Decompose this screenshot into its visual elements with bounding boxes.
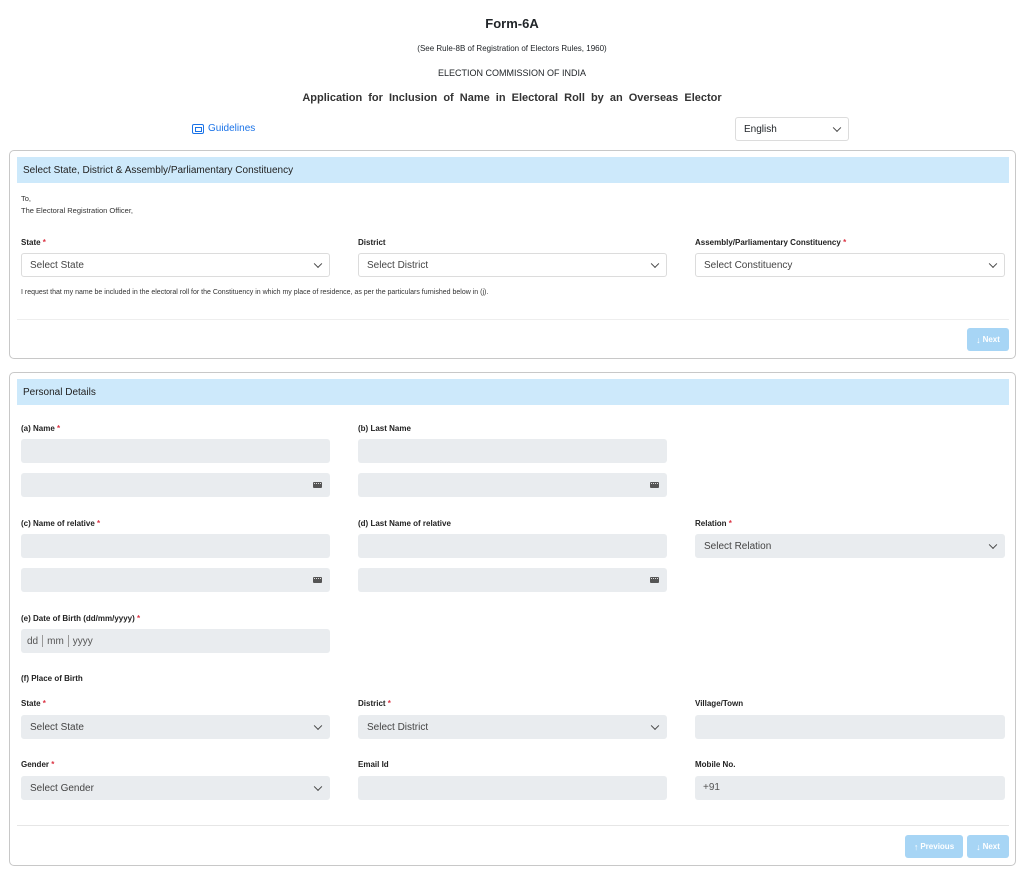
arrow-up-icon: ↑ [913, 841, 919, 852]
form-subtitle: (See Rule-8B of Registration of Electors… [417, 44, 607, 53]
chevron-down-icon [832, 123, 842, 133]
chevron-down-icon [313, 259, 323, 269]
relative-last-name-regional-input[interactable] [358, 568, 667, 592]
constituency-label: Assembly/Parliamentary Constituency * [695, 238, 847, 247]
guidelines-link[interactable]: Guidelines [192, 123, 255, 134]
personal-details-card: Personal Details (a) Name * (b) Last Nam… [9, 372, 1016, 866]
next-label: Next [982, 335, 1000, 344]
next-label: Next [982, 842, 1000, 851]
constituency-select[interactable]: Select Constituency [695, 253, 1005, 277]
name-input[interactable] [21, 439, 330, 463]
constituency-placeholder: Select Constituency [704, 260, 793, 271]
mobile-input[interactable]: +91 [695, 776, 1005, 800]
village-input[interactable] [695, 715, 1005, 739]
arrow-down-icon: ↓ [976, 334, 981, 345]
relation-placeholder: Select Relation [704, 541, 772, 552]
mobile-label: Mobile No. [695, 760, 736, 769]
pob-state-placeholder: Select State [30, 722, 84, 733]
language-select[interactable]: English [735, 117, 849, 141]
email-label: Email Id [358, 760, 389, 769]
constituency-card: Select State, District & Assembly/Parlia… [9, 150, 1016, 359]
chevron-down-icon [988, 540, 998, 550]
section-header: Select State, District & Assembly/Parlia… [17, 157, 1009, 183]
relative-name-label: (c) Name of relative * [21, 519, 101, 528]
to-line: To, [21, 194, 32, 203]
commission-name: ELECTION COMMISSION OF INDIA [437, 68, 586, 78]
district-placeholder: Select District [367, 260, 429, 271]
keyboard-icon[interactable] [650, 482, 659, 488]
chevron-down-icon [313, 782, 323, 792]
divider [17, 825, 1009, 826]
last-name-label: (b) Last Name [358, 424, 411, 433]
state-label: State * [21, 238, 46, 247]
district-label: District [358, 238, 386, 247]
previous-label: Previous [920, 842, 955, 851]
divider [17, 319, 1009, 320]
chevron-down-icon [313, 721, 323, 731]
request-text: I request that my name be included in th… [21, 289, 489, 296]
arrow-down-icon: ↓ [976, 841, 981, 852]
dob-year[interactable]: yyyy [73, 636, 93, 647]
dob-separator [67, 635, 69, 647]
dob-month[interactable]: mm [47, 636, 64, 647]
last-name-regional-input[interactable] [358, 473, 667, 497]
next-button[interactable]: ↓ Next [967, 835, 1009, 858]
chevron-down-icon [988, 259, 998, 269]
dob-separator [42, 635, 44, 647]
relative-last-name-label: (d) Last Name of relative [358, 519, 451, 528]
relative-name-regional-input[interactable] [21, 568, 330, 592]
next-button[interactable]: ↓ Next [967, 328, 1009, 351]
application-title: Application for Inclusion of Name in Ele… [302, 92, 722, 104]
pob-district-select[interactable]: Select District [358, 715, 667, 739]
chevron-down-icon [650, 721, 660, 731]
last-name-input[interactable] [358, 439, 667, 463]
pob-state-select[interactable]: Select State [21, 715, 330, 739]
state-select[interactable]: Select State [21, 253, 330, 277]
officer-line: The Electoral Registration Officer, [21, 206, 133, 215]
previous-button[interactable]: ↑ Previous [905, 835, 963, 858]
keyboard-icon[interactable] [313, 482, 322, 488]
name-label: (a) Name * [21, 424, 61, 433]
district-select[interactable]: Select District [358, 253, 667, 277]
village-label: Village/Town [695, 699, 744, 708]
gender-select[interactable]: Select Gender [21, 776, 330, 800]
relation-label: Relation * [695, 519, 732, 528]
guidelines-label: Guidelines [208, 123, 256, 134]
pob-state-label: State * [21, 699, 46, 708]
dob-input[interactable]: dd mm yyyy [21, 629, 330, 653]
state-placeholder: Select State [30, 260, 84, 271]
form-title: Form-6A [485, 16, 539, 31]
guidelines-icon [192, 123, 204, 134]
mobile-value: +91 [703, 782, 720, 793]
pob-district-label: District * [358, 699, 391, 708]
keyboard-icon[interactable] [650, 577, 659, 583]
name-regional-input[interactable] [21, 473, 330, 497]
relation-select[interactable]: Select Relation [695, 534, 1005, 558]
chevron-down-icon [650, 259, 660, 269]
email-input[interactable] [358, 776, 667, 800]
place-of-birth-label: (f) Place of Birth [21, 674, 83, 683]
relative-name-input[interactable] [21, 534, 330, 558]
gender-placeholder: Select Gender [30, 783, 94, 794]
pob-district-placeholder: Select District [367, 722, 429, 733]
keyboard-icon[interactable] [313, 577, 322, 583]
language-value: English [744, 124, 777, 135]
relative-last-name-input[interactable] [358, 534, 667, 558]
gender-label: Gender * [21, 760, 55, 769]
dob-label: (e) Date of Birth (dd/mm/yyyy) * [21, 614, 141, 623]
section-header: Personal Details [17, 379, 1009, 405]
dob-day[interactable]: dd [27, 636, 38, 647]
